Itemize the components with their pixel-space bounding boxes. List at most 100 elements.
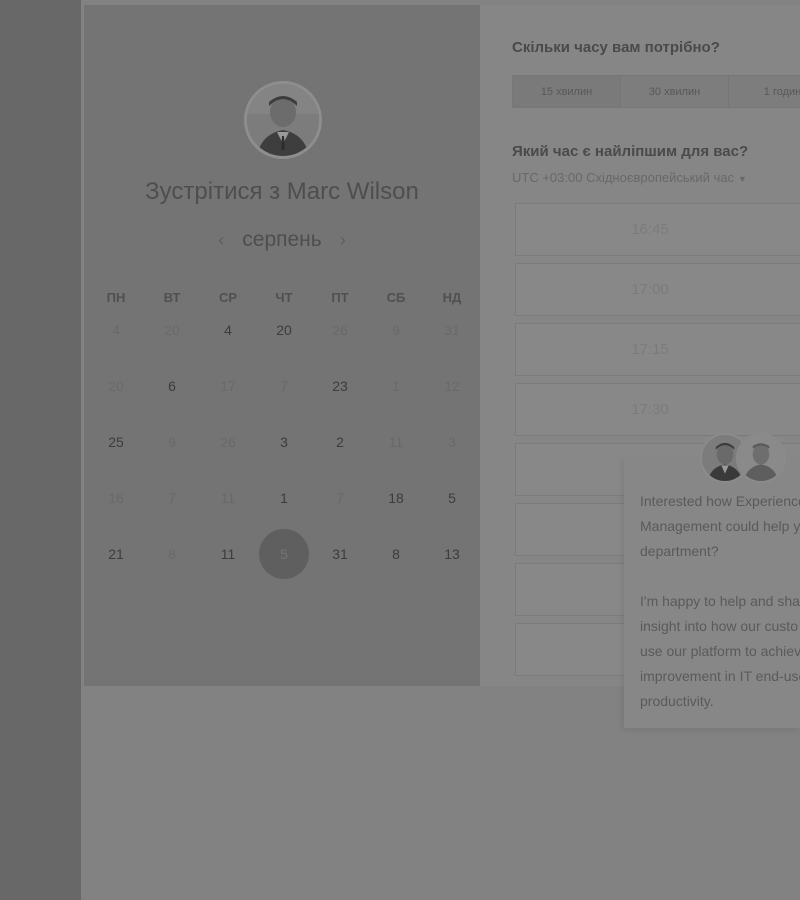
chevron-right-icon[interactable]: › bbox=[340, 231, 346, 249]
duration-selector: 15 хвилин 30 хвилин 1 годин bbox=[512, 75, 800, 108]
calendar-day: 7 bbox=[256, 358, 312, 414]
time-slot-button[interactable]: 16:45 bbox=[515, 203, 800, 256]
chat-avatars bbox=[700, 433, 790, 485]
day-number: 3 bbox=[448, 434, 456, 450]
calendar-day: 31 bbox=[424, 302, 480, 358]
day-number: 26 bbox=[332, 322, 348, 338]
day-number: 17 bbox=[220, 378, 236, 394]
calendar-day-selected[interactable]: 5 bbox=[256, 526, 312, 582]
duration-option[interactable]: 30 хвилин bbox=[621, 76, 729, 107]
day-number: 4 bbox=[112, 322, 120, 338]
day-number: 13 bbox=[444, 546, 460, 562]
calendar-day[interactable]: 8 bbox=[368, 526, 424, 582]
calendar-day[interactable]: 5 bbox=[424, 470, 480, 526]
duration-option[interactable]: 15 хвилин bbox=[513, 76, 621, 107]
day-number: 31 bbox=[444, 322, 460, 338]
month-navigator: ‹ серпень › bbox=[84, 228, 480, 252]
host-photo-icon bbox=[247, 84, 319, 156]
calendar-day: 17 bbox=[200, 358, 256, 414]
day-number: 2 bbox=[336, 434, 344, 450]
chat-line: insight into how our custo bbox=[640, 618, 798, 634]
calendar-day: 1 bbox=[368, 358, 424, 414]
day-number: 20 bbox=[276, 322, 292, 338]
calendar-day: 8 bbox=[144, 526, 200, 582]
calendar-day: 4 bbox=[88, 302, 144, 358]
duration-question: Скільки часу вам потрібно? bbox=[512, 39, 720, 56]
calendar-day[interactable]: 11 bbox=[200, 526, 256, 582]
day-number: 12 bbox=[444, 378, 460, 394]
time-slot-button[interactable]: 17:15 bbox=[515, 323, 800, 376]
calendar-day[interactable]: 4 bbox=[200, 302, 256, 358]
day-number: 9 bbox=[392, 322, 400, 338]
calendar-day[interactable]: 3 bbox=[256, 414, 312, 470]
timezone-select[interactable]: UTC +03:00 Східноєвропейський час ▼ bbox=[512, 170, 747, 185]
calendar-day: 7 bbox=[312, 470, 368, 526]
calendar-day[interactable]: 23 bbox=[312, 358, 368, 414]
chat-line: use our platform to achiev bbox=[640, 643, 800, 659]
day-number: 7 bbox=[336, 490, 344, 506]
chevron-left-icon[interactable]: ‹ bbox=[218, 231, 224, 249]
calendar-day[interactable]: 18 bbox=[368, 470, 424, 526]
day-number: 3 bbox=[280, 434, 288, 450]
chat-line: Interested how Experience bbox=[640, 493, 800, 509]
calendar-day: 26 bbox=[312, 302, 368, 358]
calendar-day[interactable]: 13 bbox=[424, 526, 480, 582]
calendar-day: 11 bbox=[368, 414, 424, 470]
day-number: 1 bbox=[392, 378, 400, 394]
calendar-day: 9 bbox=[144, 414, 200, 470]
calendar-day: 11 bbox=[200, 470, 256, 526]
day-number: 9 bbox=[168, 434, 176, 450]
day-number: 18 bbox=[388, 490, 404, 506]
chat-paragraph: Interested how Experience Management coul… bbox=[640, 489, 800, 564]
calendar-day[interactable]: 21 bbox=[88, 526, 144, 582]
time-slot-button[interactable]: 17:30 bbox=[515, 383, 800, 436]
chat-line: I'm happy to help and sha bbox=[640, 593, 800, 609]
calendar-day[interactable]: 25 bbox=[88, 414, 144, 470]
duration-option[interactable]: 1 годин bbox=[729, 76, 800, 107]
day-number: 11 bbox=[220, 490, 236, 506]
time-question: Який час є найліпшим для вас? bbox=[512, 143, 749, 160]
person-photo-icon bbox=[738, 435, 784, 481]
calendar-day: 16 bbox=[88, 470, 144, 526]
calendar-day: 3 bbox=[424, 414, 480, 470]
day-number: 6 bbox=[168, 378, 176, 394]
day-number: 23 bbox=[332, 378, 348, 394]
day-number: 11 bbox=[388, 434, 404, 450]
day-number: 5 bbox=[448, 490, 456, 506]
calendar-day: 7 bbox=[144, 470, 200, 526]
day-number: 20 bbox=[108, 378, 124, 394]
meeting-title: Зустрітися з Marc Wilson bbox=[145, 178, 419, 205]
calendar-day: 20 bbox=[88, 358, 144, 414]
host-avatar bbox=[244, 81, 322, 159]
timezone-label: UTC +03:00 Східноєвропейський час bbox=[512, 170, 734, 185]
calendar-day[interactable]: 6 bbox=[144, 358, 200, 414]
day-number: 25 bbox=[108, 434, 124, 450]
chat-line: department? bbox=[640, 543, 719, 559]
calendar-day: 26 bbox=[200, 414, 256, 470]
calendar-day[interactable]: 31 bbox=[312, 526, 368, 582]
day-number: 7 bbox=[168, 490, 176, 506]
chat-line: Management could help y bbox=[640, 518, 800, 534]
calendar-day: 12 bbox=[424, 358, 480, 414]
calendar-day[interactable]: 20 bbox=[256, 302, 312, 358]
day-number: 20 bbox=[164, 322, 180, 338]
day-number: 21 bbox=[108, 546, 124, 562]
time-slot-button[interactable]: 17:00 bbox=[515, 263, 800, 316]
calendar-day: 20 bbox=[144, 302, 200, 358]
day-number: 7 bbox=[280, 378, 288, 394]
agent-avatar-2 bbox=[736, 433, 786, 483]
chat-line: improvement in IT end-use bbox=[640, 668, 800, 684]
calendar-day: 9 bbox=[368, 302, 424, 358]
month-label: серпень bbox=[242, 228, 322, 251]
chat-paragraph: I'm happy to help and sha insight into ho… bbox=[640, 589, 800, 714]
caret-down-icon: ▼ bbox=[737, 174, 747, 184]
day-number: 16 bbox=[108, 490, 124, 506]
left-dark-strip bbox=[0, 0, 81, 900]
day-number: 26 bbox=[220, 434, 236, 450]
chat-message: Interested how Experience Management coul… bbox=[640, 489, 800, 739]
calendar-day[interactable]: 2 bbox=[312, 414, 368, 470]
day-number: 5 bbox=[259, 529, 309, 579]
day-number: 8 bbox=[392, 546, 400, 562]
day-number: 11 bbox=[220, 546, 236, 562]
calendar-day[interactable]: 1 bbox=[256, 470, 312, 526]
